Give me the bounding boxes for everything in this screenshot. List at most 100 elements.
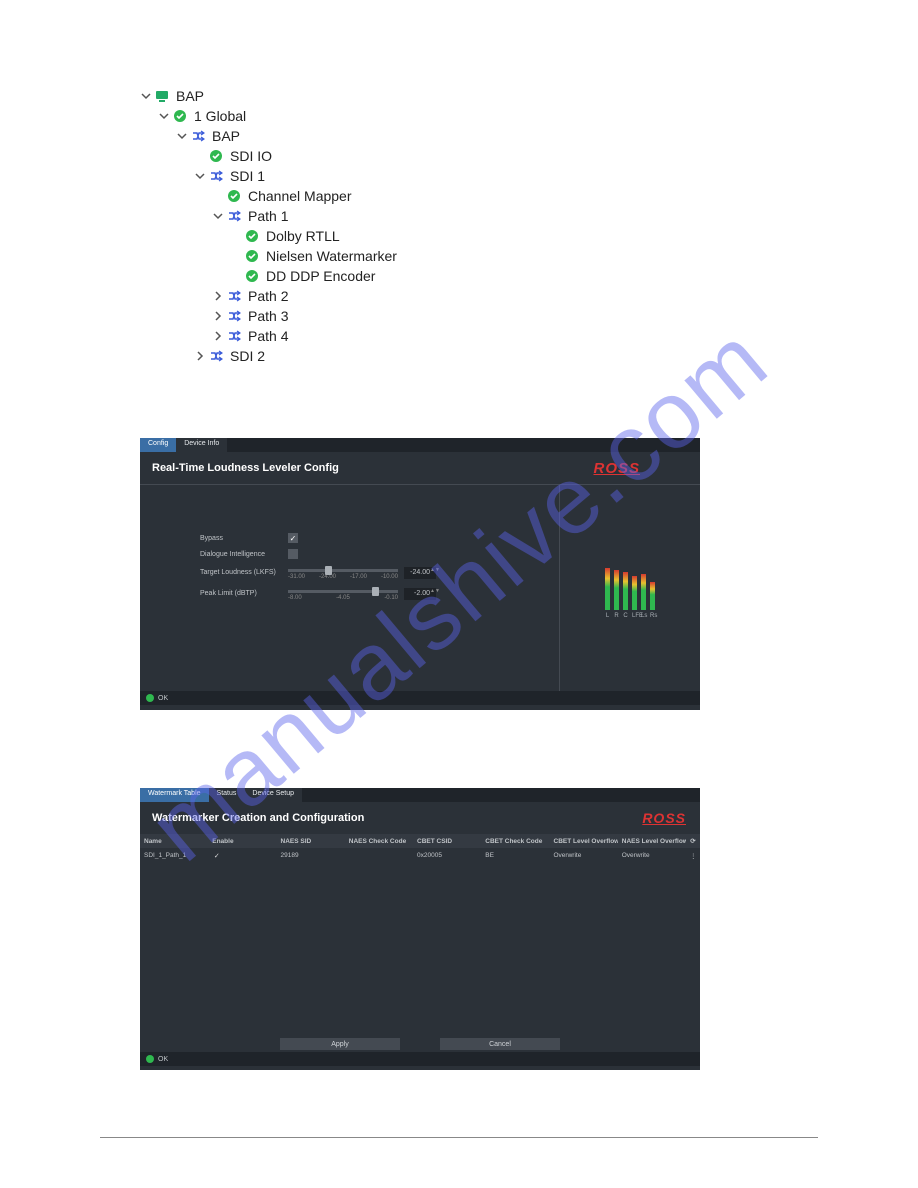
status-text: OK	[158, 1056, 168, 1063]
tree-item[interactable]: BAP	[140, 86, 397, 106]
bypass-checkbox[interactable]	[288, 533, 298, 543]
tree-item-label: BAP	[174, 88, 204, 104]
panel1-title: Real-Time Loudness Leveler Config	[140, 452, 351, 484]
table-header[interactable]: Name	[140, 834, 208, 848]
peak-limit-value-text: -2.00	[414, 590, 430, 597]
tree-item[interactable]: SDI IO	[140, 146, 397, 166]
tree-item[interactable]: Path 4	[140, 326, 397, 346]
refresh-icon[interactable]: ⟳	[686, 834, 700, 848]
table-header[interactable]: Enable	[208, 834, 276, 848]
caret-none-icon	[230, 250, 242, 262]
controls-column: Bypass Dialogue Intelligence Target Loud…	[140, 485, 560, 691]
caret-right-icon[interactable]	[212, 330, 224, 342]
tree-item[interactable]: Path 1	[140, 206, 397, 226]
tab-config[interactable]: Config	[140, 438, 176, 452]
tree-item-label: Dolby RTLL	[264, 228, 340, 244]
caret-down-icon[interactable]	[212, 210, 224, 222]
tree-item-label: 1 Global	[192, 108, 246, 124]
panel2-tabs: Watermark Table Status Device Setup	[140, 788, 700, 802]
route-icon	[226, 208, 242, 224]
target-loudness-value[interactable]: -24.00 ▲▼	[404, 567, 436, 579]
cell-enable[interactable]	[208, 848, 276, 863]
tab-device-info[interactable]: Device Info	[176, 438, 227, 452]
tree-item-label: Nielsen Watermarker	[264, 248, 397, 264]
audio-meter-bar	[614, 570, 619, 610]
tree-item[interactable]: Path 2	[140, 286, 397, 306]
route-icon	[226, 328, 242, 344]
watermarker-panel: Watermark Table Status Device Setup Wate…	[140, 788, 700, 1070]
status-icon	[244, 268, 260, 284]
status-ok-icon	[146, 1055, 154, 1063]
tab-status[interactable]: Status	[209, 788, 245, 802]
meter-channel-label: LFE	[632, 613, 637, 619]
meter-channel-label: R	[614, 613, 619, 619]
dialogue-intelligence-checkbox[interactable]	[288, 549, 298, 559]
device-tree: BAP 1 Global BAP SDI IO SDI 1 Channel Mapper P…	[140, 86, 397, 366]
tree-item-label: Path 3	[246, 308, 288, 324]
meter-channel-label: C	[623, 613, 628, 619]
status-bar: OK	[140, 691, 700, 705]
spinner-icon[interactable]: ▲▼	[430, 567, 436, 579]
tree-item-label: Path 1	[246, 208, 288, 224]
table-row[interactable]: SDI_1_Path_1 29189 0x20005 BE Overwrite …	[140, 848, 700, 863]
tree-item[interactable]: Path 3	[140, 306, 397, 326]
peak-limit-value[interactable]: -2.00 ▲▼	[404, 588, 436, 600]
ross-logo: ROSS	[593, 460, 640, 477]
cell-naes-overflow: Overwrite	[618, 848, 686, 863]
route-icon	[208, 348, 224, 364]
caret-right-icon[interactable]	[194, 350, 206, 362]
tree-item-label: Channel Mapper	[246, 188, 352, 204]
tree-item[interactable]: BAP	[140, 126, 397, 146]
tree-item[interactable]: SDI 2	[140, 346, 397, 366]
table-header[interactable]: CBET Check Code	[481, 834, 549, 848]
spinner-icon[interactable]: ▲▼	[430, 588, 436, 600]
status-bar: OK	[140, 1052, 700, 1066]
status-icon	[244, 248, 260, 264]
tree-item[interactable]: Nielsen Watermarker	[140, 246, 397, 266]
tab-device-setup[interactable]: Device Setup	[244, 788, 302, 802]
tree-item[interactable]: SDI 1	[140, 166, 397, 186]
tree-item[interactable]: Channel Mapper	[140, 186, 397, 206]
audio-meter-bar	[623, 572, 628, 610]
caret-down-icon[interactable]	[140, 90, 152, 102]
status-icon	[208, 148, 224, 164]
bypass-label: Bypass	[200, 535, 288, 542]
cell-naes-check	[345, 848, 413, 863]
tree-item-label: DD DDP Encoder	[264, 268, 375, 284]
caret-right-icon[interactable]	[212, 310, 224, 322]
table-header[interactable]: CBET CSID	[413, 834, 481, 848]
tree-item-label: SDI IO	[228, 148, 272, 164]
target-loudness-slider[interactable]: -31.00-24.00-17.00-10.00	[288, 565, 398, 580]
caret-down-icon[interactable]	[194, 170, 206, 182]
route-icon	[226, 308, 242, 324]
audio-meter-bar	[641, 574, 646, 610]
table-header[interactable]: NAES Level Overflow	[618, 834, 686, 848]
cancel-button[interactable]: Cancel	[440, 1038, 560, 1050]
tree-item-label: Path 2	[246, 288, 288, 304]
tree-item[interactable]: 1 Global	[140, 106, 397, 126]
tree-item-label: BAP	[210, 128, 240, 144]
route-icon	[208, 168, 224, 184]
cell-cbet-overflow: Overwrite	[550, 848, 618, 863]
row-action-icon[interactable]: ⋮	[686, 848, 700, 863]
table-header[interactable]: NAES Check Code	[345, 834, 413, 848]
caret-down-icon[interactable]	[158, 110, 170, 122]
audio-meter-bar	[605, 568, 610, 610]
tree-item-label: SDI 2	[228, 348, 265, 364]
meter-channel-label: Ls	[641, 613, 646, 619]
cell-name: SDI_1_Path_1	[140, 848, 208, 863]
status-icon	[244, 228, 260, 244]
caret-right-icon[interactable]	[212, 290, 224, 302]
table-header[interactable]: CBET Level Overflow	[550, 834, 618, 848]
route-icon	[190, 128, 206, 144]
table-header[interactable]: NAES SID	[277, 834, 345, 848]
panel1-tabs: Config Device Info	[140, 438, 700, 452]
caret-down-icon[interactable]	[176, 130, 188, 142]
cell-cbet-csid: 0x20005	[413, 848, 481, 863]
tree-item[interactable]: DD DDP Encoder	[140, 266, 397, 286]
tab-watermark-table[interactable]: Watermark Table	[140, 788, 209, 802]
tree-item-label: Path 4	[246, 328, 288, 344]
peak-limit-slider[interactable]: -8.00-4.05-0.10	[288, 586, 398, 601]
tree-item[interactable]: Dolby RTLL	[140, 226, 397, 246]
apply-button[interactable]: Apply	[280, 1038, 400, 1050]
